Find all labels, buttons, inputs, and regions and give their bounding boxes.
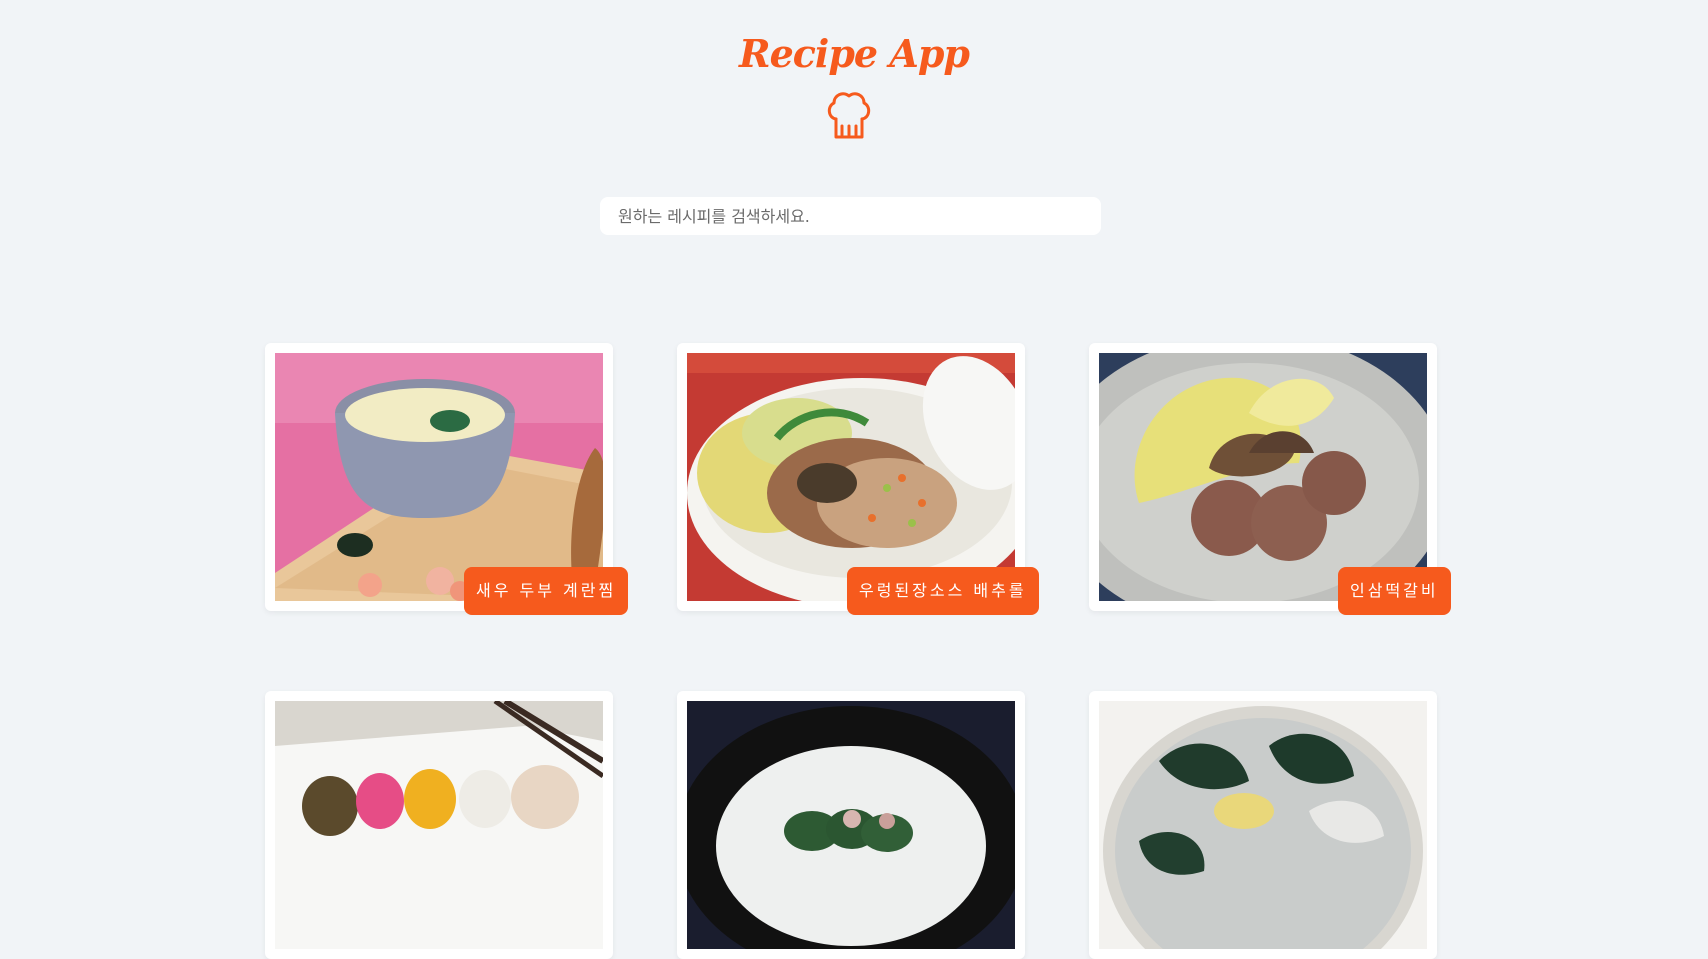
recipe-title: 새우 두부 계란찜: [464, 567, 629, 615]
recipe-image: [275, 353, 603, 601]
recipe-title: 인삼떡갈비: [1338, 567, 1451, 615]
recipe-image: [687, 353, 1015, 601]
recipe-image: [275, 701, 603, 949]
recipe-image: [1099, 353, 1427, 601]
recipe-image: [687, 701, 1015, 949]
search-input[interactable]: [600, 197, 1101, 235]
chef-hat-icon: [827, 92, 871, 139]
recipe-card[interactable]: [677, 691, 1025, 959]
recipe-image: [1099, 701, 1427, 949]
recipe-title: 우렁된장소스 배추롤: [847, 567, 1039, 615]
recipe-card[interactable]: [265, 691, 613, 959]
recipe-card[interactable]: [1089, 691, 1437, 959]
app-title: Recipe App: [739, 31, 970, 76]
